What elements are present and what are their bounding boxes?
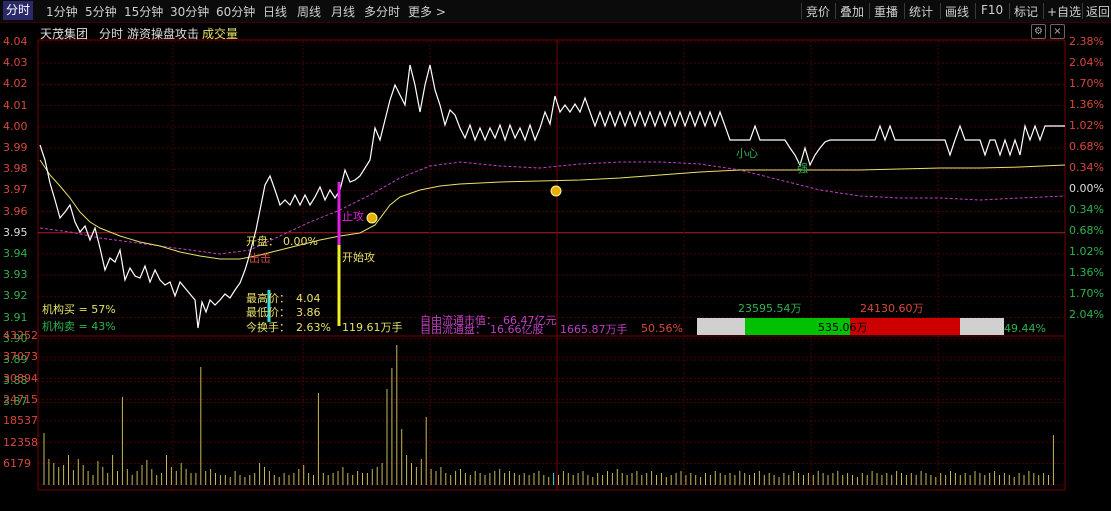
caution-label: 小心 <box>736 147 758 160</box>
open-value: 0.00% <box>283 235 318 248</box>
volume-tick-label: 12358 <box>3 435 38 449</box>
price-line <box>39 64 1065 329</box>
price-tick-label: 4.04 <box>3 35 28 48</box>
bar-right-gray <box>960 318 1004 335</box>
percent-tick-label: 2.04% <box>1069 56 1104 69</box>
percent-tick-label: 0.68% <box>1069 140 1104 153</box>
open-label: 开盘： <box>246 235 279 248</box>
attack-start-label: 开始攻 <box>342 251 375 264</box>
volume-tick-label: 37073 <box>3 350 38 364</box>
volume-tick-label: 30894 <box>3 371 38 385</box>
price-tick-label: 3.92 <box>3 289 28 303</box>
price-tick-label: 3.91 <box>3 310 28 324</box>
signal-label-red: 出击 <box>249 252 271 265</box>
average-price-line <box>39 159 1066 260</box>
turnover-value: 2.63% <box>296 321 331 334</box>
signal-dot <box>366 212 378 224</box>
attack-stop-label: 止攻 <box>342 210 364 223</box>
percent-tick-label: 0.00% <box>1069 182 1104 195</box>
price-tick-label: 3.93 <box>3 268 28 282</box>
volume-tick-label: 6179 <box>3 456 31 470</box>
signal-dot <box>550 185 562 197</box>
volume-tick-label: 24715 <box>3 392 38 406</box>
percent-tick-label: 1.02% <box>1069 245 1104 258</box>
diff-amount: 535.06万 <box>818 321 868 334</box>
percent-tick-label: 1.36% <box>1069 98 1104 111</box>
low-label: 最低价： <box>246 306 290 319</box>
price-tick-label: 4.01 <box>3 98 28 112</box>
percent-tick-label: 1.70% <box>1069 287 1104 300</box>
chart-canvas <box>37 39 1066 491</box>
price-tick-label: 3.97 <box>3 183 28 197</box>
free-shares-hands: 1665.87万手 <box>560 323 628 336</box>
percent-tick-label: 0.34% <box>1069 161 1104 174</box>
institution-buy-label: 机构买 = 57% <box>42 303 116 316</box>
free-shares-value: 16.66亿股 <box>490 323 544 336</box>
institution-sell-label: 机构卖 = 43% <box>42 320 116 333</box>
price-tick-label: 3.99 <box>3 141 28 154</box>
bar-left-gray <box>697 318 745 335</box>
volume-tick-label: 43252 <box>3 329 38 342</box>
percent-tick-label: 1.70% <box>1069 77 1104 90</box>
percent-tick-label: 2.04% <box>1069 308 1104 321</box>
chart-grid <box>37 39 1066 491</box>
sell-amount: 24130.60万 <box>860 302 924 315</box>
free-shares-label: 自由流通盘： <box>420 323 486 336</box>
percent-tick-label: 2.38% <box>1069 35 1104 48</box>
sell-percent: 49.44% <box>1004 322 1046 335</box>
strong-label: 强 <box>797 162 808 175</box>
high-label: 最高价： <box>246 292 290 305</box>
percent-tick-label: 1.02% <box>1069 119 1104 132</box>
percent-tick-label: 0.34% <box>1069 203 1104 216</box>
low-value: 3.86 <box>296 306 321 319</box>
price-tick-label: 3.95 <box>3 225 28 239</box>
turnover-volume: 119.61万手 <box>342 321 403 334</box>
price-tick-label: 3.94 <box>3 247 28 260</box>
price-tick-label: 4.03 <box>3 56 28 70</box>
price-tick-label: 3.96 <box>3 204 28 218</box>
volume-tick-label: 18537 <box>3 414 38 428</box>
price-tick-label: 4.00 <box>3 119 28 133</box>
turnover-label: 今换手： <box>246 321 290 334</box>
price-tick-label: 4.02 <box>3 77 28 91</box>
buy-amount: 23595.54万 <box>738 302 802 315</box>
buy-percent: 50.56% <box>641 322 683 335</box>
percent-tick-label: 1.36% <box>1069 266 1104 279</box>
percent-tick-label: 0.68% <box>1069 224 1104 237</box>
ma-line <box>39 161 1066 255</box>
high-value: 4.04 <box>296 292 321 305</box>
price-tick-label: 3.98 <box>3 162 28 176</box>
